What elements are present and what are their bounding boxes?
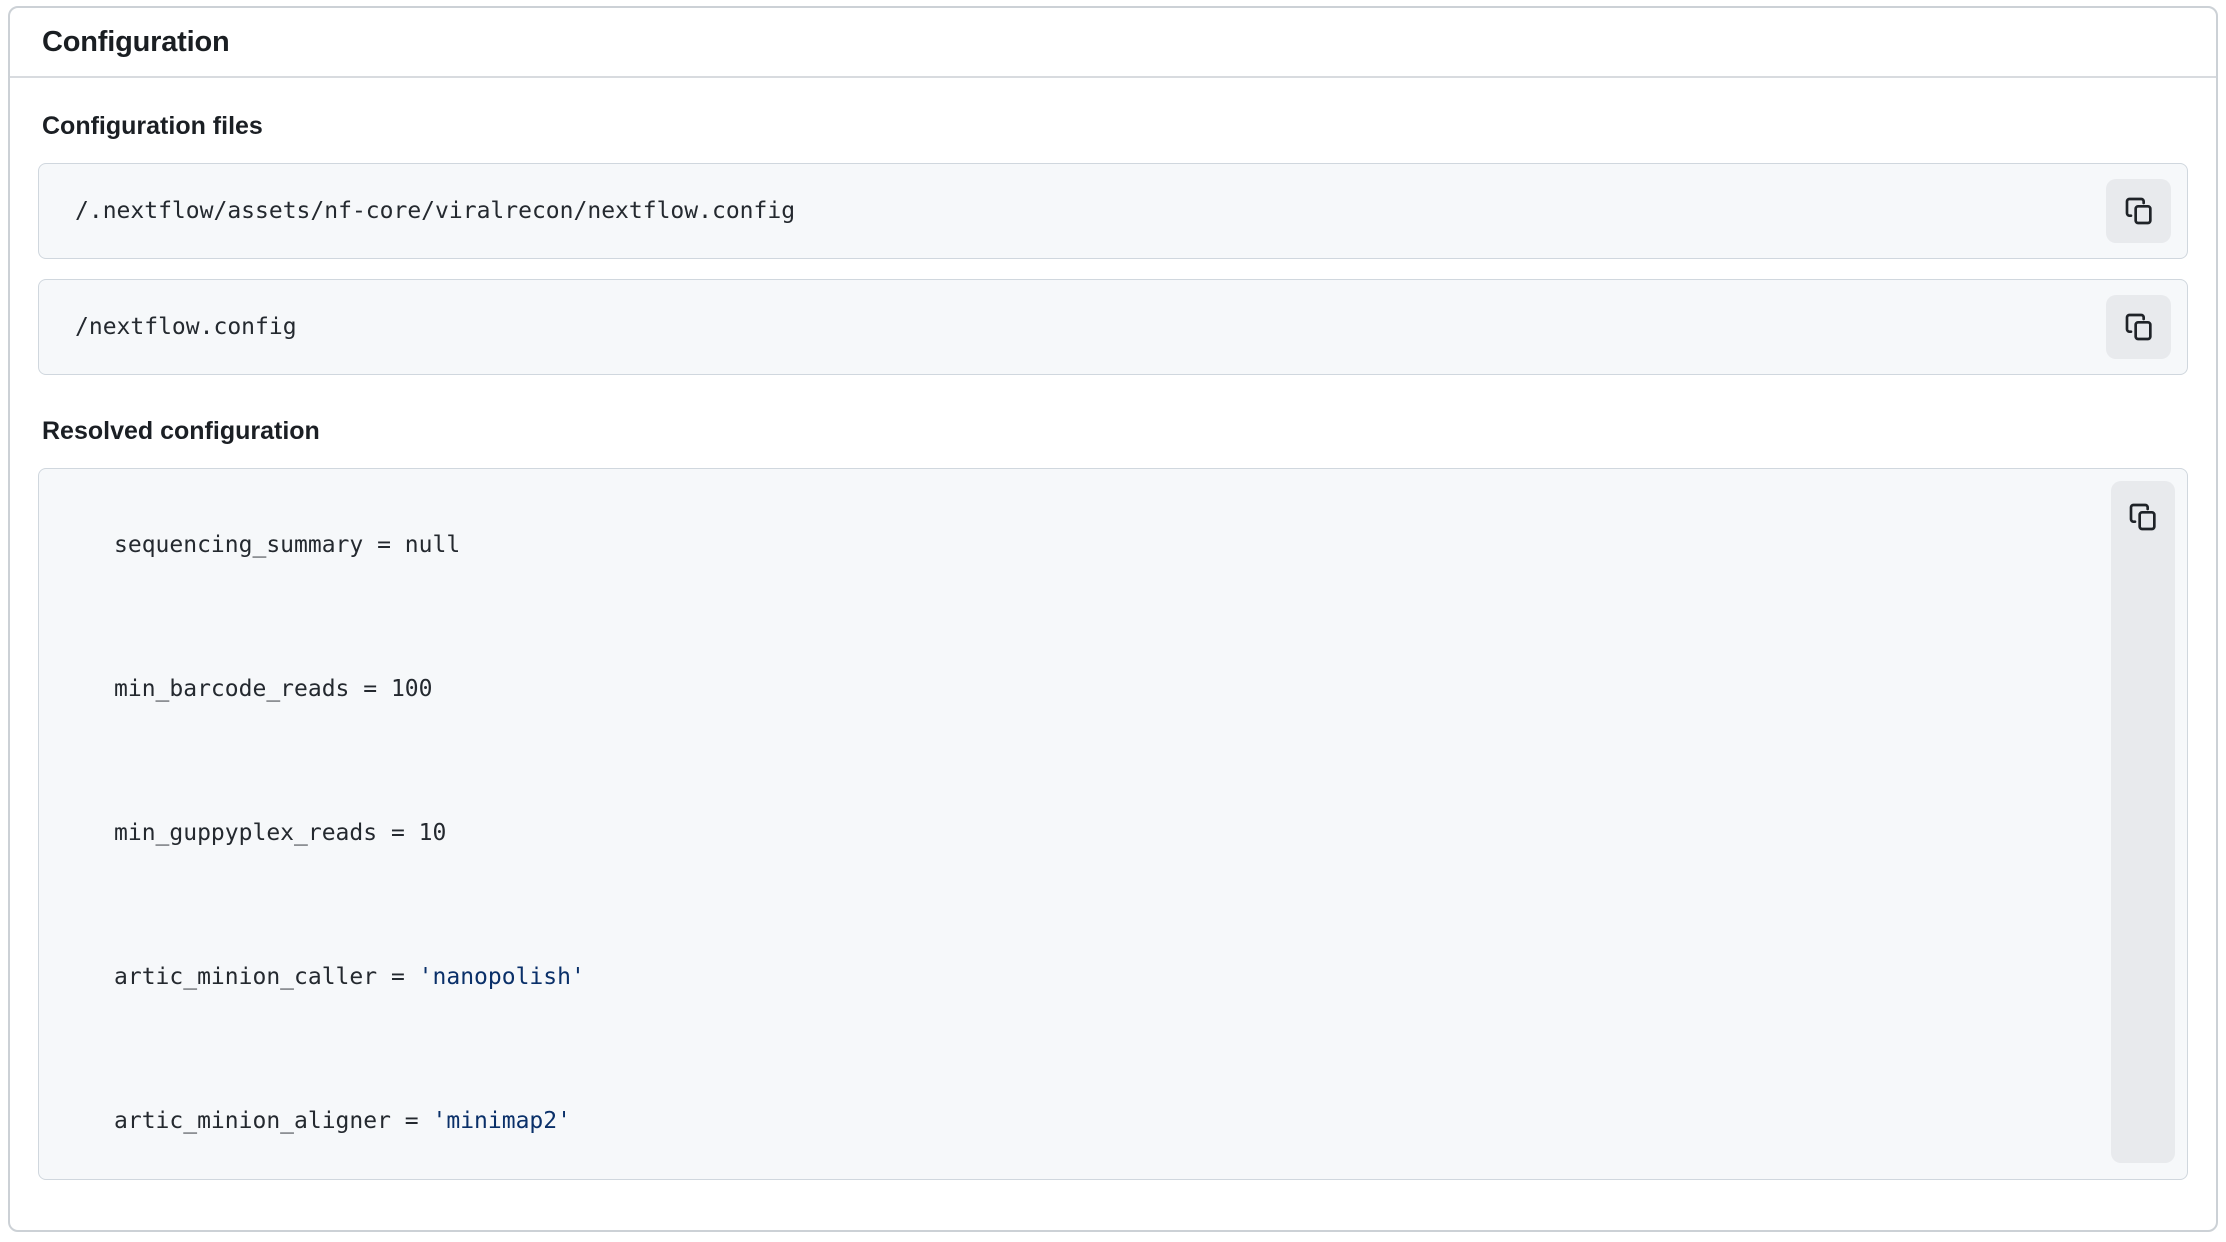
configuration-panel: Configuration Configuration files /.next… [8, 6, 2218, 1232]
code-key: min_guppyplex_reads [114, 820, 377, 846]
resolved-config-box: sequencing_summary = null min_barcode_re… [38, 468, 2188, 1180]
code-key: artic_minion_caller [114, 964, 377, 990]
code-line: min_barcode_reads = 100 [59, 671, 2187, 707]
config-file-box: /nextflow.config [38, 279, 2188, 375]
code-copy-gutter [2111, 481, 2175, 1163]
panel-body: Configuration files /.nextflow/assets/nf… [10, 112, 2216, 1180]
code-value: 'minimap2' [433, 1108, 571, 1134]
config-file-path: /nextflow.config [75, 314, 297, 340]
copy-icon [2127, 501, 2159, 533]
panel-header: Configuration [10, 8, 2216, 78]
copy-resolved-config-button[interactable] [2123, 497, 2163, 537]
code-separator: = [349, 676, 391, 702]
code-line: min_guppyplex_reads = 10 [59, 815, 2187, 851]
resolved-config-code[interactable]: sequencing_summary = null min_barcode_re… [39, 468, 2187, 1180]
config-file-path: /.nextflow/assets/nf-core/viralrecon/nex… [75, 198, 795, 224]
config-file-list: /.nextflow/assets/nf-core/viralrecon/nex… [38, 163, 2188, 375]
copy-file-path-button[interactable] [2106, 179, 2171, 243]
code-line: artic_minion_aligner = 'minimap2' [59, 1103, 2187, 1139]
code-separator: = [363, 532, 405, 558]
code-key: artic_minion_aligner [114, 1108, 391, 1134]
code-value: null [405, 532, 460, 558]
copy-file-path-button[interactable] [2106, 295, 2171, 359]
code-key: min_barcode_reads [114, 676, 349, 702]
code-separator: = [377, 820, 419, 846]
config-files-heading: Configuration files [42, 112, 2184, 141]
copy-icon [2123, 311, 2155, 343]
code-value: 'nanopolish' [419, 964, 585, 990]
copy-icon [2123, 195, 2155, 227]
code-line: artic_minion_caller = 'nanopolish' [59, 959, 2187, 995]
code-line: sequencing_summary = null [59, 527, 2187, 563]
config-file-box: /.nextflow/assets/nf-core/viralrecon/nex… [38, 163, 2188, 259]
code-value: 10 [419, 820, 447, 846]
code-separator: = [377, 964, 419, 990]
page-title: Configuration [42, 26, 229, 59]
code-value: 100 [391, 676, 433, 702]
code-separator: = [391, 1108, 433, 1134]
code-key: sequencing_summary [114, 532, 363, 558]
resolved-config-heading: Resolved configuration [42, 417, 2184, 446]
